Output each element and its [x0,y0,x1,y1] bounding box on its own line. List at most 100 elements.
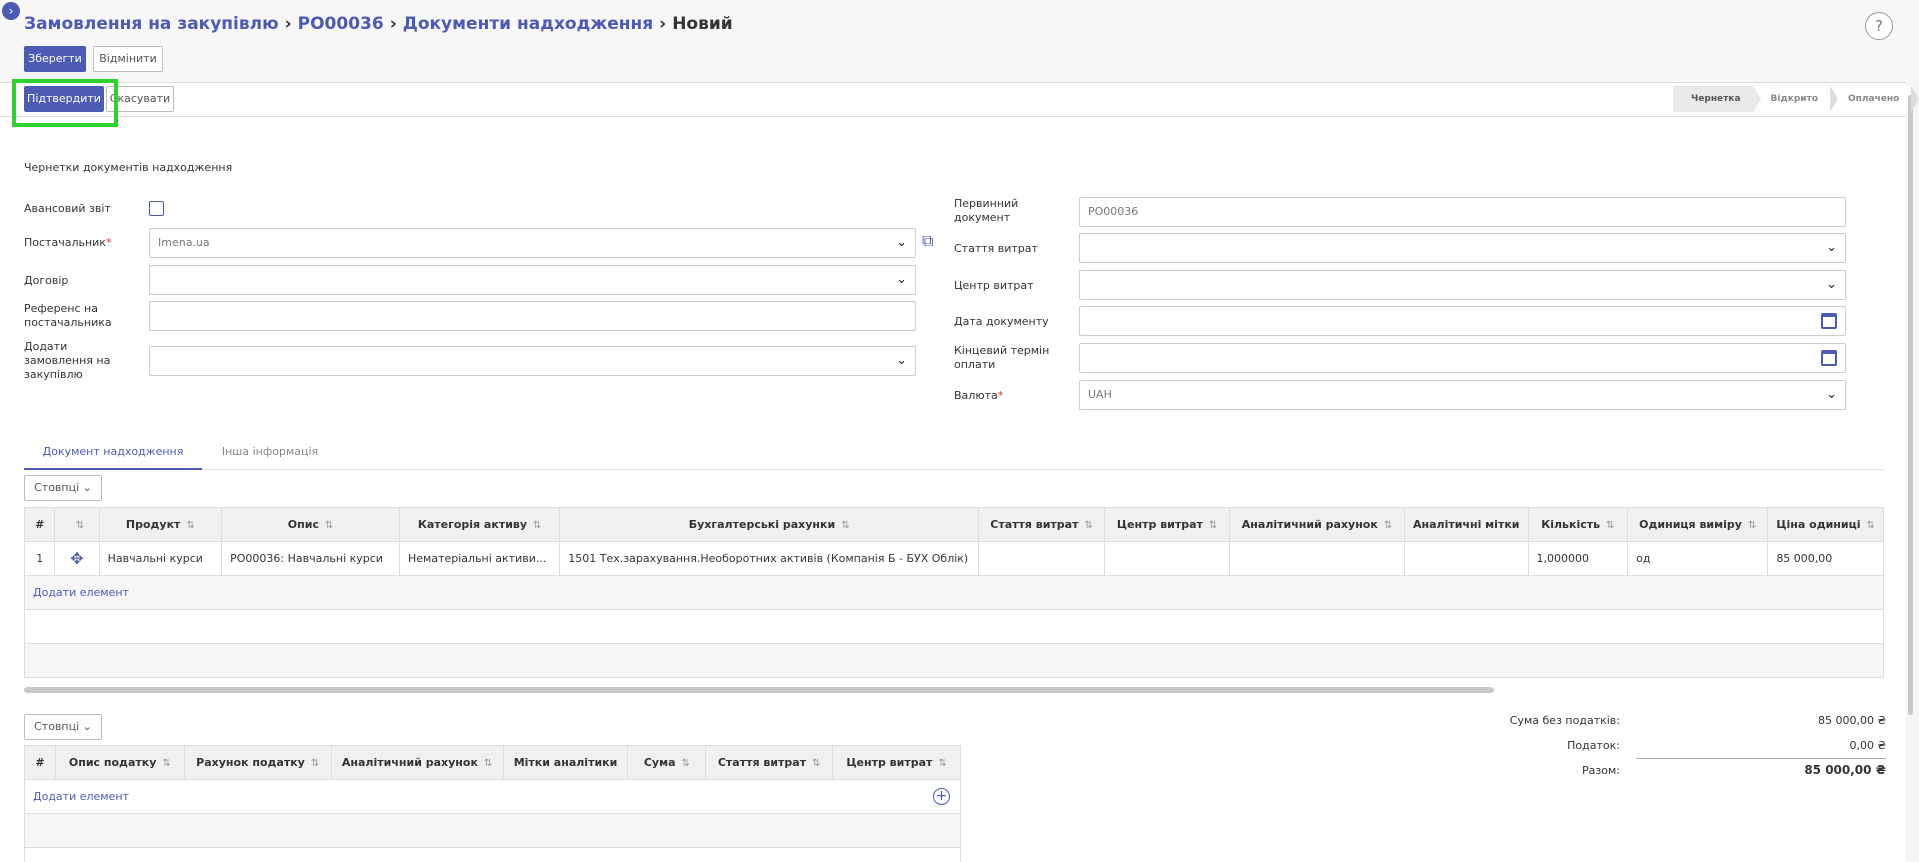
col-tax-account[interactable]: Рахунок податку ⇅ [183,745,332,780]
col-tax-description[interactable]: Опис податку ⇅ [54,745,185,780]
add-po-select[interactable]: ⌄ [149,346,916,376]
help-icon[interactable]: ? [1865,12,1893,40]
totals-divider [1636,758,1886,759]
breadcrumb-current: Новий [672,14,733,34]
breadcrumb-purchase-orders[interactable]: Замовлення на закупівлю [24,14,279,34]
cell-analytic-account[interactable] [1229,541,1405,576]
contract-select[interactable]: ⌄ [149,265,916,295]
sort-icon[interactable]: ⇅ [841,520,849,531]
sort-icon[interactable]: ⇅ [1867,520,1875,531]
sort-icon[interactable]: ⇅ [311,758,319,769]
sort-icon[interactable]: ⇅ [1748,520,1756,531]
calendar-icon[interactable] [1821,313,1837,329]
vertical-scrollbar[interactable] [1908,95,1913,715]
col-tax-analytic-account[interactable]: Аналітичний рахунок ⇅ [330,745,504,780]
sort-icon[interactable]: ⇅ [186,520,194,531]
sort-icon[interactable]: ⇅ [1606,520,1614,531]
due-date-input[interactable] [1079,343,1846,373]
grand-total-value: 85 000,00 ₴ [1804,763,1886,777]
status-bar: Підтвердити Скасувати Чернетка Відкрито … [0,79,1919,127]
col-description[interactable]: Опис ⇅ [221,507,400,542]
supplier-label: Постачальник* [24,236,112,249]
expense-item-select[interactable]: ⌄ [1079,233,1846,263]
step-draft: Чернетка [1673,86,1761,112]
col-analytic-account[interactable]: Аналітичний рахунок ⇅ [1229,507,1405,542]
highlight-box [12,79,118,127]
add-item-link[interactable]: Додати елемент [33,586,129,599]
col-tax-amount[interactable]: Сума ⇅ [627,745,707,780]
empty-row [24,643,1884,678]
supplier-select[interactable]: Imena.ua ⌄ [149,228,916,258]
tax-columns-button[interactable]: Стовпці ⌄ [24,714,102,740]
cell-asset-category[interactable]: Нематеріальні активи... [398,541,561,576]
doc-date-label: Дата документу [954,315,1049,328]
tax-header-row: # Опис податку ⇅ Рахунок податку ⇅ Аналіти… [24,745,961,780]
primary-doc-input[interactable]: PO00036 [1079,197,1846,227]
col-cost-center[interactable]: Центр витрат ⇅ [1104,507,1231,542]
sort-icon[interactable]: ⇅ [812,758,820,769]
tax-add-item-link[interactable]: Додати елемент [33,790,129,803]
empty-row [24,847,961,862]
contract-label: Договір [24,274,69,287]
col-tax-expense-item[interactable]: Стаття витрат ⇅ [705,745,834,780]
col-quantity[interactable]: Кількість ⇅ [1527,507,1629,542]
untaxed-label: Сума без податків: [1509,714,1620,727]
table-row[interactable]: 1 ✥ Навчальні курси PO00036: Навчальні к… [23,541,1884,576]
primary-doc-label: Первинний документ [954,197,1019,224]
doc-date-input[interactable] [1079,306,1846,336]
cell-description[interactable]: PO00036: Навчальні курси [221,541,400,576]
empty-row [24,813,961,848]
sort-icon[interactable]: ⇅ [938,758,946,769]
lines-header-row: # ⇅ Продукт ⇅ Опис ⇅ Категорія активу ⇅ Бух… [23,507,1884,542]
col-asset-category[interactable]: Категорія активу ⇅ [398,507,561,542]
sort-icon[interactable]: ⇅ [325,520,333,531]
chevron-down-icon: ⌄ [896,272,907,287]
sort-icon[interactable]: ⇅ [533,520,541,531]
cell-unit-price[interactable]: 85 000,00 [1767,541,1884,576]
discard-button[interactable]: Відмінити [93,46,163,72]
columns-button[interactable]: Стовпці ⌄ [24,475,102,501]
col-tax-cost-center[interactable]: Центр витрат ⇅ [832,745,961,780]
col-sort-handle[interactable]: ⇅ [54,507,100,542]
col-expense-item[interactable]: Стаття витрат ⇅ [978,507,1106,542]
cell-accounts[interactable]: 1501 Тех.зарахування.Необоротних активів… [559,541,980,576]
cell-cost-center[interactable] [1104,541,1231,576]
sort-icon[interactable]: ⇅ [76,520,84,531]
tab-receipt-document[interactable]: Документ надходження [24,434,202,470]
currency-select[interactable]: UAH ⌄ [1079,380,1846,410]
col-accounts[interactable]: Бухгалтерські рахунки ⇅ [559,507,980,542]
cell-expense-item[interactable] [978,541,1106,576]
horizontal-scrollbar[interactable] [24,687,1494,693]
add-item-row: Додати елемент [24,575,1884,610]
calendar-icon[interactable] [1821,350,1837,366]
sort-icon[interactable]: ⇅ [1084,520,1092,531]
chevron-down-icon: ⌄ [82,720,92,733]
col-uom[interactable]: Одиниця виміру ⇅ [1627,507,1769,542]
breadcrumb-receipts[interactable]: Документи надходження [403,14,653,34]
external-link-icon[interactable]: ⧉ [922,231,933,251]
col-index: # [23,507,56,542]
sort-icon[interactable]: ⇅ [682,758,690,769]
sidebar-toggle-icon[interactable]: › [2,2,20,20]
col-unit-price[interactable]: Ціна одиниці ⇅ [1767,507,1884,542]
tab-other-info[interactable]: Інша інформація [210,434,330,470]
cell-quantity[interactable]: 1,000000 [1527,541,1629,576]
cell-product[interactable]: Навчальні курси [98,541,223,576]
cell-index: 1 [23,541,56,576]
add-circle-icon[interactable]: + [933,788,950,805]
col-product[interactable]: Продукт ⇅ [98,507,223,542]
cost-center-select[interactable]: ⌄ [1079,270,1846,300]
advance-report-checkbox[interactable] [149,201,164,216]
drag-handle-icon[interactable]: ✥ [54,541,100,576]
breadcrumb-po[interactable]: PO00036 [298,14,384,34]
col-tax-index: # [24,745,56,780]
supplier-ref-input[interactable] [149,301,916,331]
sort-icon[interactable]: ⇅ [484,758,492,769]
save-button[interactable]: Зберегти [24,46,86,72]
sort-icon[interactable]: ⇅ [1384,520,1392,531]
sort-icon[interactable]: ⇅ [1209,520,1217,531]
cell-uom[interactable]: од [1627,541,1769,576]
sort-icon[interactable]: ⇅ [162,758,170,769]
currency-label: Валюта* [954,389,1004,402]
cell-analytic-tags[interactable] [1403,541,1529,576]
